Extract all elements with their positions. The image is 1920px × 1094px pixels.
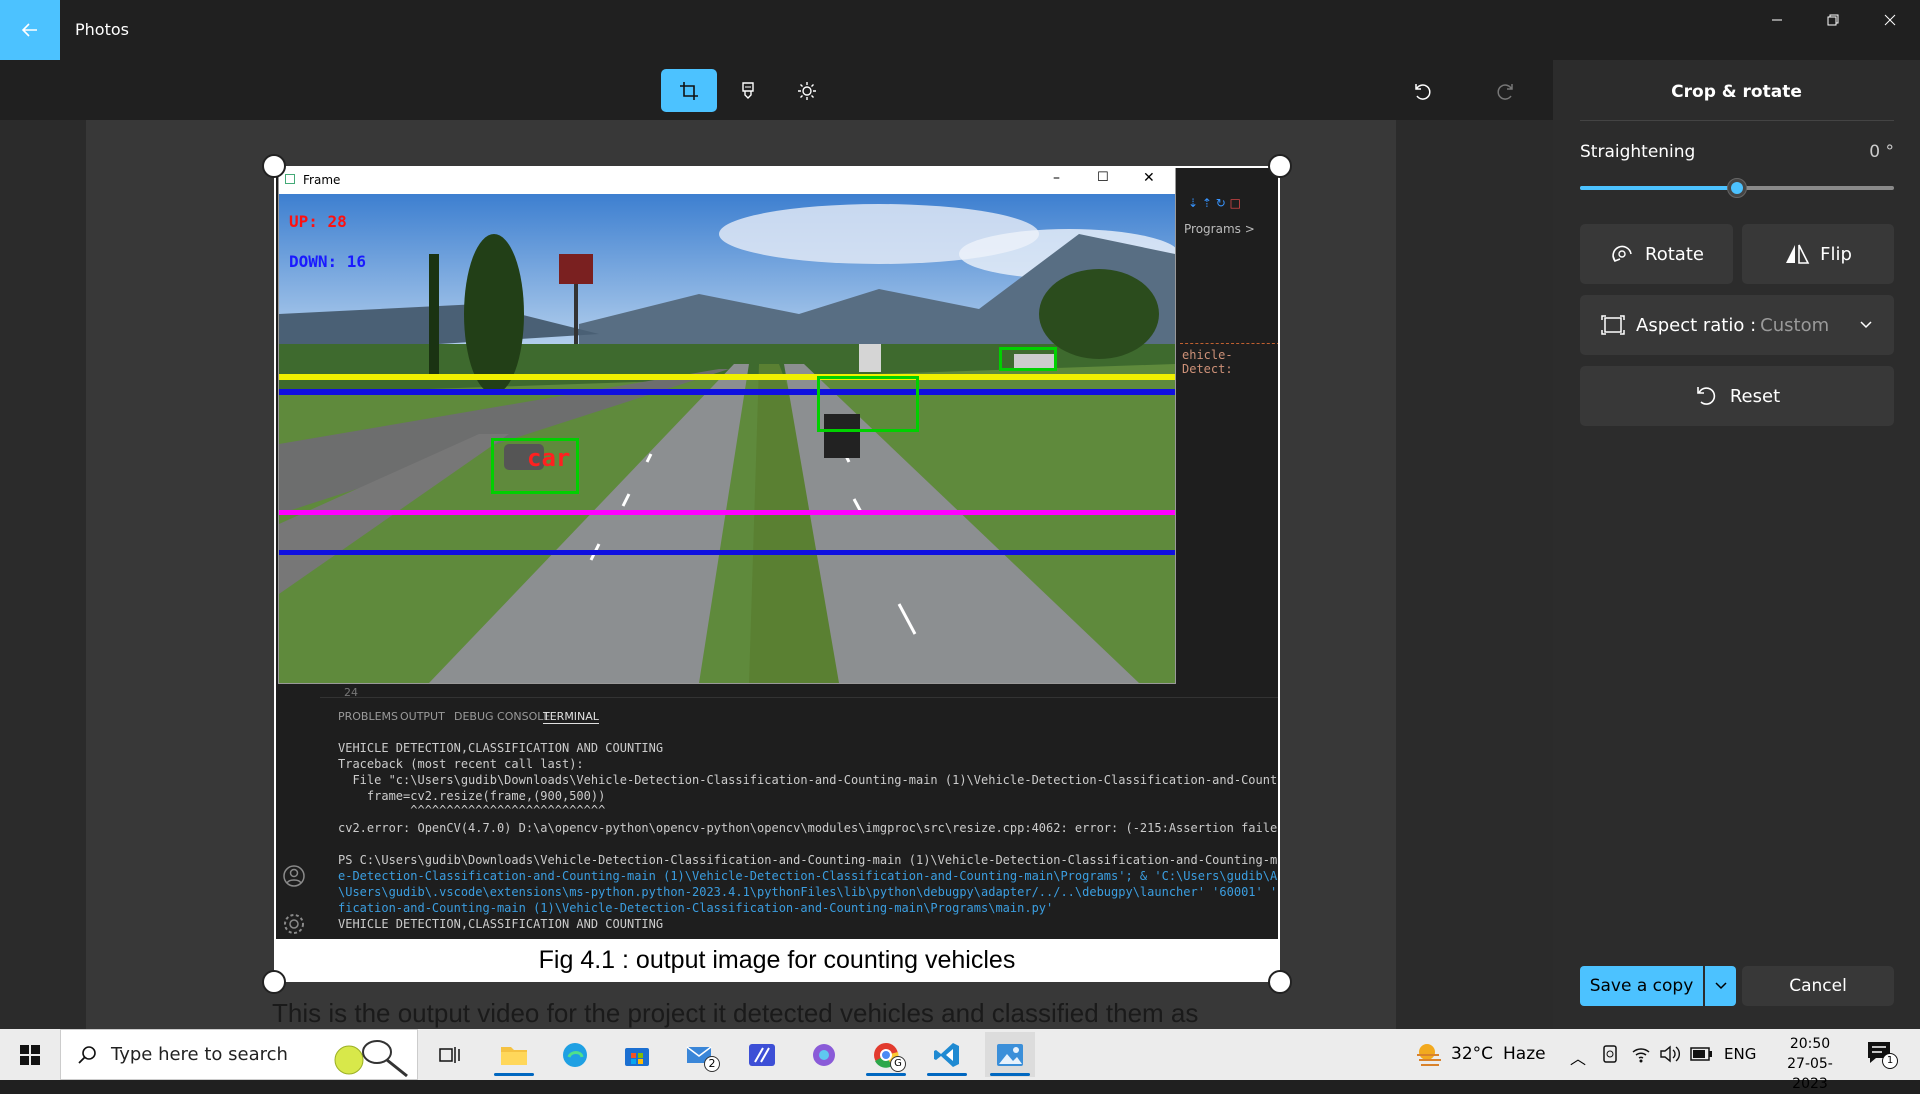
edit-toolbar [0, 60, 1553, 120]
language-indicator[interactable]: ENG [1724, 1045, 1756, 1063]
flip-label: Flip [1820, 243, 1852, 265]
search-icon [78, 1045, 96, 1064]
markup-tool[interactable] [720, 69, 776, 112]
cancel-button[interactable]: Cancel [1742, 966, 1894, 1006]
clock[interactable]: 20:50 27-05-2023 [1770, 1034, 1850, 1094]
adjust-tool[interactable] [779, 69, 835, 112]
save-copy-label: Save a copy [1589, 976, 1694, 996]
taskbar-store[interactable] [612, 1032, 662, 1077]
chevron-down-icon [1714, 982, 1727, 990]
image-canvas: ⇣ ⇡ ↻ □ Programs > ehicle-Detect: 24 PRO… [0, 120, 1553, 1029]
reset-icon [1697, 387, 1716, 405]
restore-button[interactable] [1805, 0, 1861, 40]
task-view-icon [439, 1046, 460, 1063]
save-options-button[interactable] [1705, 966, 1736, 1006]
pen-app-icon [749, 1043, 775, 1066]
reset-label: Reset [1729, 385, 1781, 407]
taskbar-mail[interactable]: 2 [675, 1032, 725, 1077]
undo-icon [1415, 83, 1431, 100]
crop-rotate-panel: Crop & rotate Straightening 0 ° Rotate F… [1553, 60, 1920, 1029]
taskbar-copilot[interactable] [799, 1032, 849, 1077]
app-title: Photos [75, 20, 129, 39]
document-body-text: This is the output video for the project… [272, 998, 1199, 1028]
windows-icon [20, 1044, 40, 1065]
folder-icon [501, 1046, 527, 1065]
taskbar-file-explorer[interactable] [489, 1032, 539, 1077]
chevron-up-icon[interactable]: ︿ [1570, 1045, 1586, 1069]
slider-thumb[interactable] [1727, 178, 1747, 198]
task-view-button[interactable] [425, 1032, 475, 1077]
search-placeholder: Type here to search [111, 1044, 288, 1065]
close-icon [1884, 14, 1896, 26]
taskbar: Type here to search 2 G 32°C Haze ︿ ENG … [0, 1029, 1920, 1092]
crop-frame[interactable] [274, 166, 1280, 982]
title-bar: Photos [0, 0, 1920, 60]
rotate-button[interactable]: Rotate [1580, 224, 1733, 284]
aspect-ratio-dropdown[interactable]: Aspect ratio : Custom [1580, 295, 1894, 355]
redo-icon [1497, 83, 1513, 100]
undo-button[interactable] [1394, 69, 1450, 112]
haze-icon [1417, 1044, 1441, 1066]
weather-widget[interactable]: 32°C Haze [1415, 1041, 1546, 1067]
highlighter-icon [742, 81, 754, 99]
taskbar-photos[interactable] [985, 1032, 1035, 1077]
aspect-ratio-icon [1601, 315, 1625, 335]
panel-title: Crop & rotate [1671, 82, 1802, 102]
close-button[interactable] [1862, 0, 1918, 40]
weather-desc: Haze [1503, 1044, 1546, 1064]
aspect-ratio-label: Aspect ratio : [1636, 314, 1757, 336]
arrow-left-icon [21, 23, 37, 37]
panel-divider [1580, 120, 1894, 121]
crop-handle-bottom-left[interactable] [262, 970, 286, 994]
start-button[interactable] [5, 1032, 55, 1077]
crop-icon [680, 81, 698, 100]
taskbar-vscode[interactable] [922, 1032, 972, 1077]
weather-temp: 32°C [1451, 1044, 1494, 1064]
restore-icon [1827, 14, 1839, 26]
notification-center[interactable]: 1 [1866, 1039, 1906, 1071]
rotate-icon [1612, 245, 1632, 263]
tennis-racket-icon [334, 1040, 408, 1078]
clock-time: 20:50 [1789, 1036, 1831, 1052]
copilot-icon [813, 1043, 835, 1066]
rotate-label: Rotate [1645, 243, 1704, 265]
crop-handle-bottom-right[interactable] [1268, 970, 1292, 994]
vscode-icon [934, 1042, 959, 1067]
edge-icon [563, 1042, 587, 1067]
minimize-icon [1772, 19, 1782, 21]
battery-icon[interactable] [1689, 1046, 1713, 1062]
clock-date: 27-05-2023 [1787, 1056, 1833, 1092]
crop-handle-top-right[interactable] [1268, 154, 1292, 178]
brightness-icon [798, 81, 816, 100]
chrome-profile-badge: G [890, 1056, 906, 1072]
straightening-slider[interactable] [1580, 178, 1894, 198]
crop-tool[interactable] [661, 69, 717, 112]
wifi-icon[interactable] [1631, 1044, 1651, 1064]
crop-handle-top-left[interactable] [262, 154, 286, 178]
speaker-icon[interactable] [1659, 1044, 1681, 1064]
aspect-ratio-value: Custom [1760, 314, 1830, 336]
reset-button[interactable]: Reset [1580, 366, 1894, 426]
slider-fill [1580, 186, 1737, 190]
save-copy-button[interactable]: Save a copy [1580, 966, 1703, 1006]
taskbar-search[interactable]: Type here to search [60, 1029, 418, 1080]
minimize-button[interactable] [1749, 0, 1805, 40]
taskbar-chrome[interactable]: G [861, 1032, 911, 1077]
chevron-down-icon [1860, 321, 1872, 329]
store-icon [625, 1047, 649, 1066]
straightening-label: Straightening [1580, 142, 1696, 162]
taskbar-pen-app[interactable] [737, 1032, 787, 1077]
slider-thumb-dot [1731, 182, 1743, 194]
taskbar-edge[interactable] [550, 1032, 600, 1077]
flip-button[interactable]: Flip [1742, 224, 1894, 284]
photos-icon [997, 1043, 1023, 1066]
device-icon[interactable] [1601, 1044, 1619, 1064]
notification-badge: 1 [1882, 1053, 1898, 1069]
cancel-label: Cancel [1789, 976, 1847, 996]
flip-icon [1786, 244, 1810, 264]
straightening-value: 0 ° [1869, 142, 1894, 162]
redo-button[interactable] [1478, 69, 1534, 112]
back-button[interactable] [0, 0, 60, 60]
mail-badge: 2 [704, 1056, 720, 1072]
